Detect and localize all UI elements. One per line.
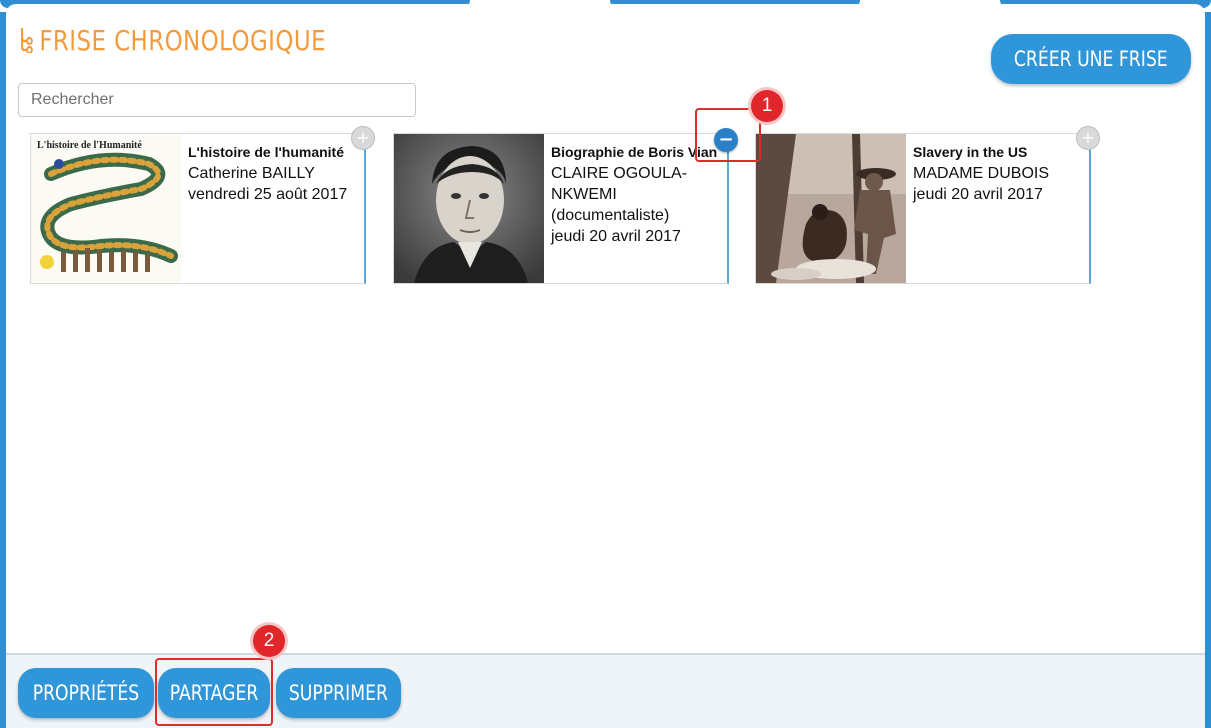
main-panel: FRISE CHRONOLOGIQUE CRÉER UNE FRISE L'hi… [6,4,1205,728]
card-info: L'histoire de l'humanité Catherine BAILL… [188,142,358,205]
card-author: MADAME DUBOIS [913,165,1050,182]
card-author: CLAIRE OGOULA-NKWEMI (documentaliste) [551,165,688,224]
timeline-card-boris-vian[interactable]: Biographie de Boris Vian CLAIRE OGOULA-N… [393,128,738,284]
timeline-card-humanity[interactable]: L'histoire de l'Humanité L'histoire de l… [30,126,375,284]
create-timeline-button[interactable]: CRÉER UNE FRISE [991,34,1191,84]
add-toggle-button[interactable]: + [1076,126,1100,150]
annotation-number-2: 2 [253,625,285,657]
page-title: FRISE CHRONOLOGIQUE [18,23,326,57]
card-thumbnail-slavery [756,134,906,283]
annotation-number-1: 1 [751,90,783,122]
timeline-icon [21,27,33,53]
search-input[interactable] [18,83,416,117]
create-timeline-label: CRÉER UNE FRISE [1014,47,1168,71]
delete-label: SUPPRIMER [288,681,389,705]
card-info: Slavery in the US MADAME DUBOIS jeudi 20… [913,142,1083,205]
card-title: Slavery in the US [913,144,1028,160]
plus-icon: + [1081,128,1095,147]
annotation-box-2 [155,658,273,726]
thumbnail-caption: L'histoire de l'Humanité [37,140,142,151]
card-author: Catherine BAILLY [188,165,315,182]
plus-icon: + [356,128,370,147]
annotation-box-1 [695,108,761,162]
card-thumbnail-humanity: L'histoire de l'Humanité [31,134,181,283]
card-thumbnail-boris-vian [394,134,544,283]
card-date: jeudi 20 avril 2017 [913,186,1043,203]
timeline-card-slavery[interactable]: Slavery in the US MADAME DUBOIS jeudi 20… [755,126,1100,284]
properties-label: PROPRIÉTÉS [32,681,140,705]
delete-button[interactable]: SUPPRIMER [276,668,401,718]
page-title-text: FRISE CHRONOLOGIQUE [39,23,326,57]
card-date: vendredi 25 août 2017 [188,186,348,203]
properties-button[interactable]: PROPRIÉTÉS [18,668,154,718]
card-title: L'histoire de l'humanité [188,144,345,160]
add-toggle-button[interactable]: + [351,126,375,150]
card-date: jeudi 20 avril 2017 [551,228,681,245]
